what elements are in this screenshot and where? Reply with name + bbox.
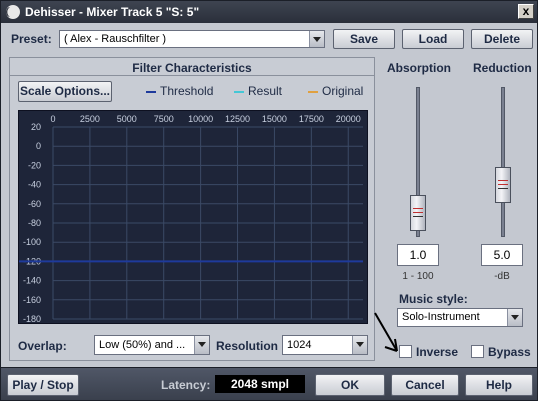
latency-value: 2048 smpl: [215, 375, 305, 393]
reduction-slider-thumb[interactable]: [495, 166, 511, 203]
help-button[interactable]: Help: [465, 374, 533, 396]
legend-threshold-label: Threshold: [160, 84, 214, 98]
original-swatch: [308, 90, 318, 93]
reduction-unit: -dB: [494, 271, 510, 282]
ok-button[interactable]: OK: [315, 374, 385, 396]
thumb-mark: [498, 187, 508, 189]
preset-value: ( Alex - Rauschfilter ): [64, 33, 167, 45]
app-icon: [6, 5, 20, 19]
bottom-bar: Play / Stop Latency: 2048 smpl OK Cancel…: [1, 367, 537, 400]
thumb-mark: [413, 208, 423, 209]
y-tick-label: -80: [28, 218, 41, 228]
inverse-checkbox[interactable]: [399, 345, 412, 358]
y-tick-label: -40: [28, 180, 41, 190]
preset-dropdown[interactable]: ( Alex - Rauschfilter ): [59, 30, 325, 48]
x-tick-label: 2500: [80, 114, 100, 124]
thumb-mark: [498, 179, 508, 181]
filter-title: Filter Characteristics: [132, 61, 252, 75]
chevron-down-icon[interactable]: [507, 309, 522, 326]
cancel-button[interactable]: Cancel: [391, 374, 459, 396]
overlap-value: Low (50%) and ...: [99, 339, 186, 351]
y-tick-label: -60: [28, 199, 41, 209]
thumb-mark: [413, 216, 423, 217]
x-tick-label: 5000: [117, 114, 137, 124]
result-swatch: [234, 90, 244, 93]
close-icon[interactable]: x: [518, 4, 534, 19]
music-style-label: Music style:: [399, 292, 468, 306]
thumb-mark: [498, 183, 508, 185]
chevron-down-icon[interactable]: [352, 336, 367, 354]
filter-graph-svg: 0 2500 5000 7500 10000 12500 15000 17500 20000 20…: [19, 114, 363, 323]
absorption-value[interactable]: 1.0: [397, 244, 439, 266]
music-style-value: Solo-Instrument: [402, 311, 480, 323]
reduction-label: Reduction: [473, 61, 532, 75]
music-style-dropdown[interactable]: Solo-Instrument: [397, 308, 523, 327]
reduction-slider-track[interactable]: [501, 87, 505, 237]
save-button[interactable]: Save: [333, 29, 395, 49]
x-tick-label: 17500: [299, 114, 324, 124]
chevron-down-icon[interactable]: [309, 31, 324, 47]
legend-result-label: Result: [248, 84, 283, 98]
absorption-label: Absorption: [387, 61, 451, 75]
preset-label: Preset:: [11, 32, 52, 46]
x-tick-label: 15000: [262, 114, 287, 124]
resolution-label: Resolution: [216, 339, 278, 353]
dehisser-window: Dehisser - Mixer Track 5 "S: 5" x Preset…: [0, 0, 538, 401]
legend-original-label: Original: [322, 84, 364, 98]
reduction-value[interactable]: 5.0: [481, 244, 523, 266]
y-tick-label: -20: [28, 160, 41, 170]
y-tick-label: 0: [36, 141, 41, 151]
scale-options-button[interactable]: Scale Options...: [18, 81, 112, 102]
filter-characteristics-panel: Filter Characteristics Scale Options... …: [9, 57, 375, 361]
y-tick-label: -100: [23, 237, 41, 247]
overlap-label: Overlap:: [18, 339, 67, 353]
title-bar[interactable]: Dehisser - Mixer Track 5 "S: 5" x: [1, 1, 537, 23]
y-tick-label: 20: [31, 122, 41, 132]
play-stop-button[interactable]: Play / Stop: [7, 374, 79, 396]
resolution-dropdown[interactable]: 1024: [282, 335, 368, 355]
latency-label: Latency:: [161, 378, 211, 392]
load-button[interactable]: Load: [402, 29, 464, 49]
filter-graph[interactable]: 0 2500 5000 7500 10000 12500 15000 17500 20000 20…: [18, 110, 368, 324]
y-tick-label: -140: [23, 276, 41, 286]
y-tick-label: -160: [23, 295, 41, 305]
x-tick-label: 20000: [336, 114, 361, 124]
delete-button[interactable]: Delete: [471, 29, 533, 49]
resolution-value: 1024: [287, 339, 312, 351]
legend-original: Original: [308, 84, 363, 98]
bypass-label: Bypass: [488, 345, 531, 359]
thumb-mark: [413, 212, 423, 213]
inverse-label: Inverse: [416, 345, 459, 359]
arrow-pointer-icon: [374, 312, 398, 352]
absorption-unit: 1 - 100: [402, 271, 434, 282]
absorption-slider-thumb[interactable]: [410, 195, 426, 231]
threshold-swatch: [146, 90, 156, 93]
y-tick-label: -180: [23, 314, 41, 323]
bypass-checkbox[interactable]: [471, 345, 484, 358]
chevron-down-icon[interactable]: [194, 336, 209, 354]
legend-threshold: Threshold: [146, 84, 213, 98]
x-tick-label: 10000: [188, 114, 213, 124]
x-tick-label: 0: [50, 114, 55, 124]
legend-result: Result: [234, 84, 282, 98]
x-tick-label: 7500: [154, 114, 174, 124]
x-tick-label: 12500: [225, 114, 250, 124]
overlap-dropdown[interactable]: Low (50%) and ...: [94, 335, 210, 355]
window-title: Dehisser - Mixer Track 5 "S: 5": [25, 5, 200, 19]
divider: [10, 75, 374, 76]
